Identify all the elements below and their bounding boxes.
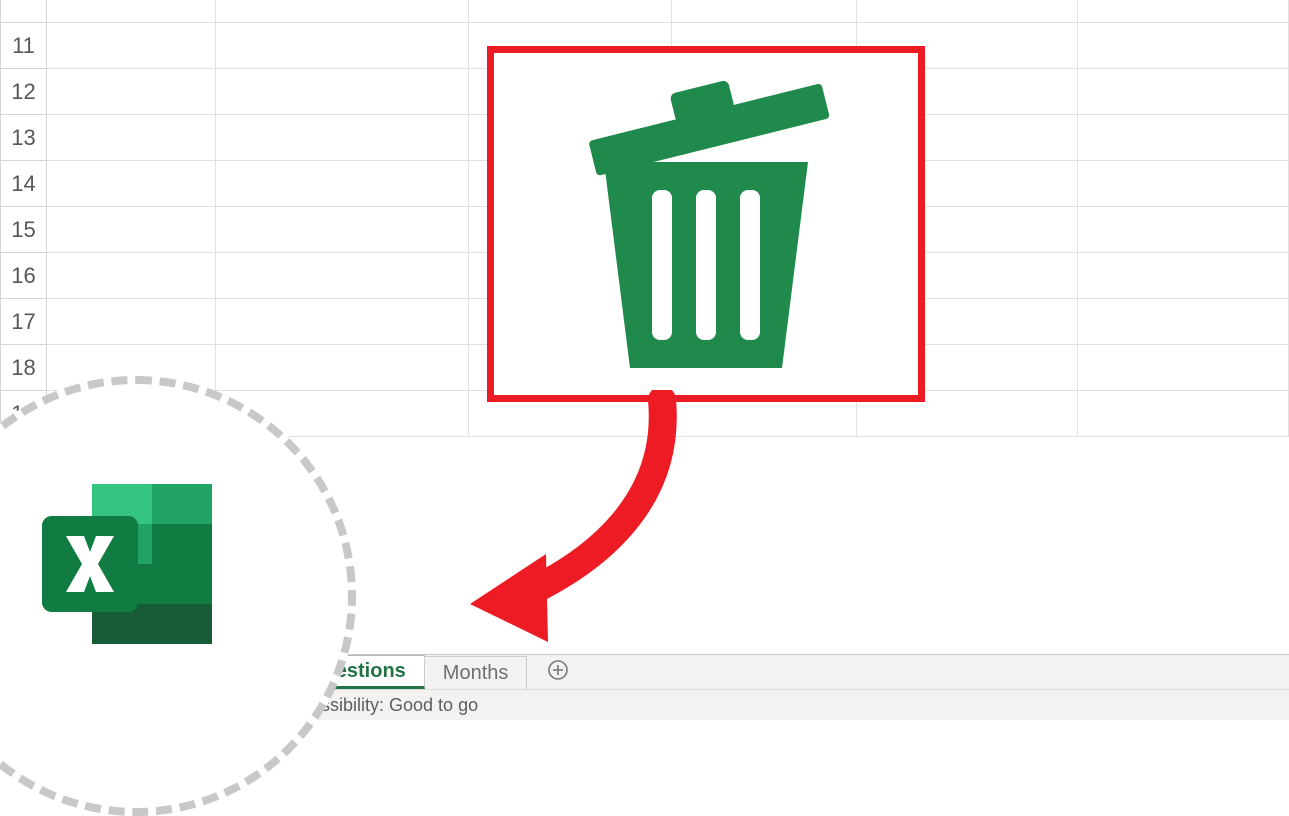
trash-icon <box>576 72 836 377</box>
sheet-tab-months[interactable]: Months <box>425 656 528 689</box>
row-header[interactable]: 16 <box>0 253 47 299</box>
row-header-column: 11 12 13 14 15 16 17 18 19 <box>0 0 47 437</box>
row-header[interactable]: 14 <box>0 161 47 207</box>
annotation-trash-box <box>487 46 925 402</box>
row-header[interactable]: 11 <box>0 23 47 69</box>
excel-logo-icon <box>32 474 222 659</box>
row-header[interactable]: 17 <box>0 299 47 345</box>
annotation-circle <box>0 376 356 816</box>
row-header[interactable]: 18 <box>0 345 47 391</box>
row-header[interactable]: 12 <box>0 69 47 115</box>
add-sheet-icon <box>547 659 569 686</box>
row-header[interactable]: 13 <box>0 115 47 161</box>
row-header[interactable]: 15 <box>0 207 47 253</box>
row-header-partial[interactable] <box>0 0 47 23</box>
add-sheet-button[interactable] <box>541 656 575 689</box>
